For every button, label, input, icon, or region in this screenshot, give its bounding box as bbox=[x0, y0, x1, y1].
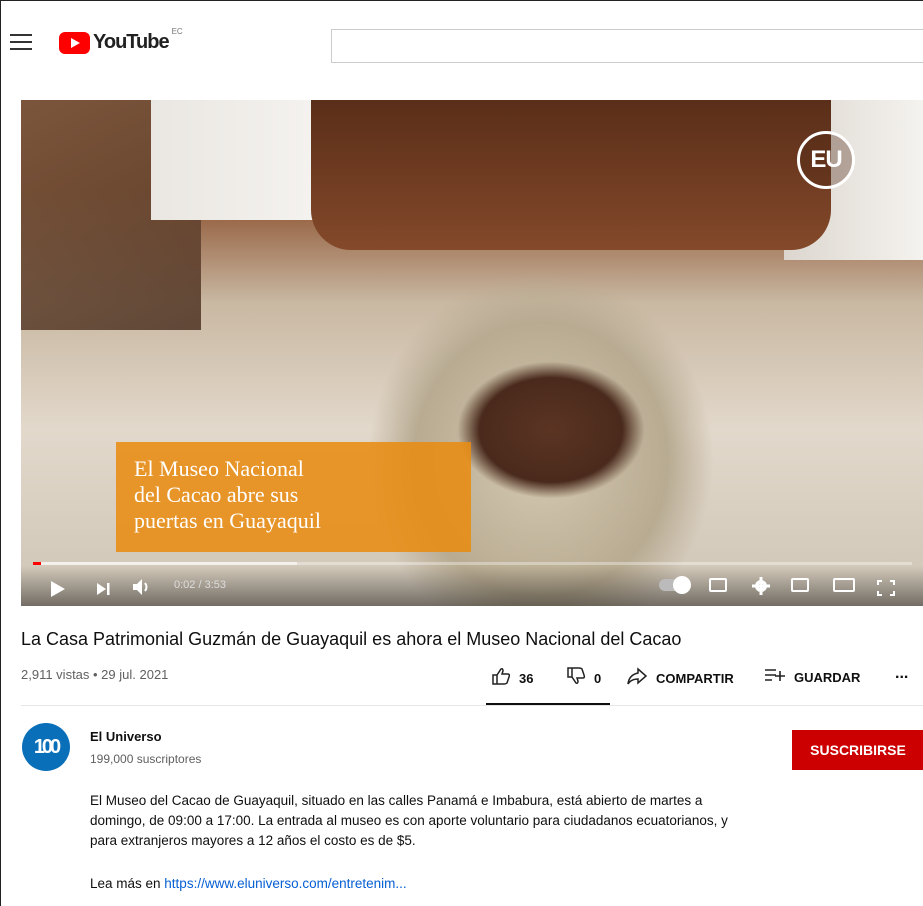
video-meta: 2,911 vistas • 29 jul. 2021 bbox=[21, 667, 169, 682]
channel-watermark[interactable]: EU bbox=[797, 131, 855, 189]
more-icon[interactable]: ... bbox=[895, 665, 908, 683]
volume-icon[interactable] bbox=[131, 576, 153, 598]
overlay-line: del Cacao abre sus bbox=[134, 482, 299, 507]
video-frame-detail bbox=[311, 100, 831, 250]
save-icon bbox=[764, 667, 786, 688]
read-more-link[interactable]: https://www.eluniverso.com/entretenim... bbox=[164, 876, 406, 891]
dislike-button[interactable]: 0 bbox=[566, 667, 601, 690]
next-icon[interactable] bbox=[95, 578, 111, 600]
time-display: 0:02 / 3:53 bbox=[174, 579, 226, 591]
youtube-logo-icon bbox=[59, 31, 90, 54]
subscriber-count: 199,000 suscriptores bbox=[90, 752, 202, 766]
like-button[interactable]: 36 bbox=[491, 667, 533, 690]
settings-icon[interactable] bbox=[751, 575, 771, 597]
read-more-prefix: Lea más en bbox=[90, 876, 165, 891]
menu-icon[interactable] bbox=[10, 34, 32, 52]
video-caption-overlay: El Museo Nacional del Cacao abre sus pue… bbox=[116, 442, 471, 552]
video-player[interactable]: EU El Museo Nacional del Cacao abre sus … bbox=[21, 100, 923, 606]
video-title: La Casa Patrimonial Guzmán de Guayaquil … bbox=[21, 629, 682, 649]
logo-text: YouTube bbox=[93, 31, 170, 53]
like-icon bbox=[491, 667, 511, 690]
progress-bar[interactable] bbox=[33, 562, 912, 565]
youtube-logo[interactable]: YouTube EC bbox=[59, 27, 183, 54]
country-code: EC bbox=[171, 27, 183, 36]
player-controls: 0:02 / 3:53 bbox=[21, 566, 923, 606]
save-label: GUARDAR bbox=[794, 670, 861, 685]
divider bbox=[21, 705, 923, 706]
like-count: 36 bbox=[519, 671, 534, 686]
dislike-icon bbox=[566, 667, 586, 690]
save-button[interactable]: GUARDAR bbox=[764, 667, 860, 688]
read-more-line: Lea más en https://www.eluniverso.com/en… bbox=[90, 876, 407, 891]
autoplay-toggle-icon[interactable] bbox=[659, 576, 691, 594]
progress-played bbox=[33, 562, 41, 565]
miniplayer-icon[interactable] bbox=[791, 578, 809, 592]
overlay-line: puertas en Guayaquil bbox=[134, 508, 321, 533]
search-input[interactable] bbox=[331, 29, 923, 63]
dislike-count: 0 bbox=[594, 671, 602, 686]
subtitles-icon[interactable] bbox=[709, 578, 727, 592]
theater-icon[interactable] bbox=[833, 578, 855, 592]
fullscreen-icon[interactable] bbox=[877, 577, 895, 599]
share-button[interactable]: COMPARTIR bbox=[626, 667, 734, 690]
share-label: COMPARTIR bbox=[656, 671, 734, 686]
watermark-text: EU bbox=[810, 146, 842, 173]
channel-avatar[interactable]: 100 bbox=[22, 723, 70, 771]
overlay-line: El Museo Nacional bbox=[134, 456, 304, 481]
masthead: YouTube EC bbox=[1, 1, 923, 91]
subscribe-button[interactable]: SUSCRIBIRSE bbox=[792, 730, 923, 770]
channel-name[interactable]: El Universo bbox=[90, 729, 162, 744]
video-description: El Museo del Cacao de Guayaquil, situado… bbox=[90, 793, 728, 848]
youtube-window: YouTube EC EU El Museo Nacional del Caca… bbox=[0, 0, 923, 906]
share-icon bbox=[626, 667, 648, 690]
more-label: ... bbox=[895, 665, 909, 682]
play-icon[interactable] bbox=[51, 578, 65, 600]
avatar-text: 100 bbox=[33, 735, 61, 758]
progress-buffered bbox=[37, 562, 297, 565]
